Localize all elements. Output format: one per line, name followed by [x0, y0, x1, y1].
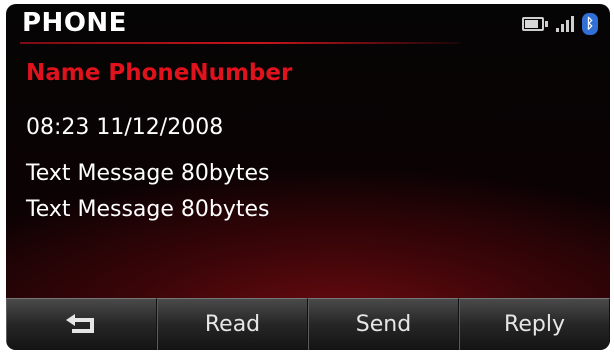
message-text-line: Text Message 80bytes	[26, 197, 270, 222]
message-text-line: Text Message 80bytes	[26, 161, 270, 186]
battery-icon	[522, 17, 548, 31]
back-button[interactable]	[6, 298, 157, 350]
header-bar: PHONE ᛒ	[6, 4, 610, 44]
signal-icon	[556, 16, 574, 32]
read-button[interactable]: Read	[157, 298, 308, 350]
send-button[interactable]: Send	[308, 298, 459, 350]
status-icons: ᛒ	[522, 12, 598, 36]
message-timestamp: 08:23 11/12/2008	[26, 115, 224, 140]
back-arrow-icon	[65, 313, 94, 333]
sender-name-number: Name PhoneNumber	[26, 60, 293, 86]
bluetooth-icon: ᛒ	[582, 13, 598, 35]
reply-button[interactable]: Reply	[459, 298, 610, 350]
phone-screen: PHONE ᛒ Name PhoneNumber 08:23 11/12/200…	[6, 4, 610, 350]
header-divider	[20, 42, 460, 44]
screen-title: PHONE	[22, 8, 127, 38]
button-bar: Read Send Reply	[6, 296, 610, 350]
